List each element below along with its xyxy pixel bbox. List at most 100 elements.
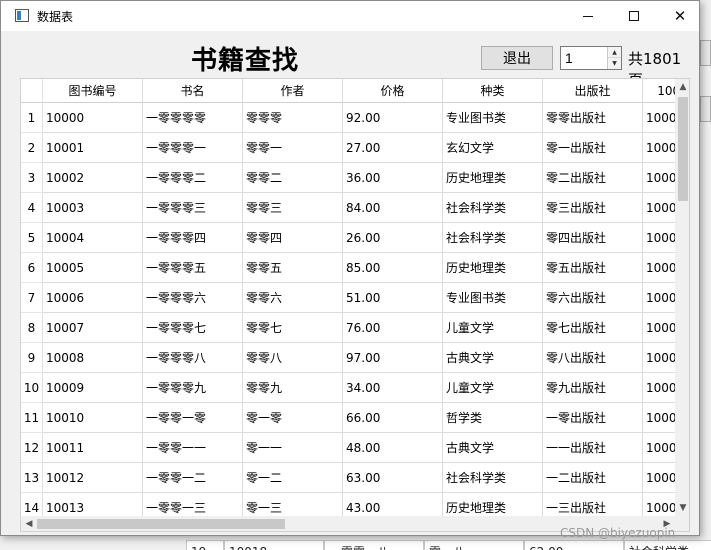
column-header[interactable]: 出版社 [543,79,643,103]
table-cell[interactable]: 零零三 [243,193,343,223]
table-cell[interactable]: 古典文学 [443,343,543,373]
table-cell[interactable]: 零零九 [243,373,343,403]
table-cell[interactable]: 51.00 [343,283,443,313]
table-cell[interactable]: 零九出版社 [543,373,643,403]
table-cell[interactable]: 专业图书类 [443,103,543,133]
table-cell[interactable]: 儿童文学 [443,313,543,343]
table-cell[interactable]: 10007 [43,313,143,343]
table-cell[interactable]: 27.00 [343,133,443,163]
table-cell[interactable]: 零七出版社 [543,313,643,343]
table-cell[interactable]: 专业图书类 [443,283,543,313]
table-cell[interactable]: 社会科学类 [443,223,543,253]
table-cell[interactable]: 10001 [43,133,143,163]
column-header[interactable]: 图书编号 [43,79,143,103]
horizontal-scroll-thumb[interactable] [37,519,285,529]
scroll-down-icon[interactable]: ▼ [675,500,689,516]
table-cell[interactable]: 零零出版社 [543,103,643,133]
table-cell[interactable]: 84.00 [343,193,443,223]
table-cell[interactable]: 一零零一一 [143,433,243,463]
column-header[interactable]: 种类 [443,79,543,103]
table-cell[interactable]: 一零零零五 [143,253,243,283]
row-header[interactable]: 12 [21,433,43,463]
table-cell[interactable]: 92.00 [343,103,443,133]
table-cell[interactable]: 一零零零四 [143,223,243,253]
row-header[interactable]: 10 [21,373,43,403]
table-cell[interactable]: 一一出版社 [543,433,643,463]
table-cell[interactable]: 一零零一二 [143,463,243,493]
table-cell[interactable]: 零四出版社 [543,223,643,253]
row-header[interactable]: 6 [21,253,43,283]
table-cell[interactable]: 48.00 [343,433,443,463]
row-header[interactable]: 7 [21,283,43,313]
table-cell[interactable]: 零零八 [243,343,343,373]
table-cell[interactable]: 34.00 [343,373,443,403]
table-cell[interactable]: 66.00 [343,403,443,433]
title-bar[interactable]: 数据表 ✕ [1,1,699,31]
page-spinbox[interactable]: 1 ▲ ▼ [560,46,622,70]
table-cell[interactable]: 85.00 [343,253,443,283]
table-cell[interactable]: 10008 [43,343,143,373]
table-cell[interactable]: 一零出版社 [543,403,643,433]
table-cell[interactable]: 零一零 [243,403,343,433]
table-cell[interactable]: 10011 [43,433,143,463]
table-cell[interactable]: 一零零零二 [143,163,243,193]
table-cell[interactable]: 零六出版社 [543,283,643,313]
row-header[interactable]: 8 [21,313,43,343]
table-cell[interactable]: 63.00 [343,463,443,493]
row-header[interactable]: 11 [21,403,43,433]
table-cell[interactable]: 36.00 [343,163,443,193]
table-cell[interactable]: 历史地理类 [443,253,543,283]
table-cell[interactable]: 一零零零一 [143,133,243,163]
table-cell[interactable]: 零八出版社 [543,343,643,373]
column-header[interactable]: 作者 [243,79,343,103]
table-cell[interactable]: 零三出版社 [543,193,643,223]
page-spinbox-value[interactable]: 1 [565,50,573,66]
table-cell[interactable]: 玄幻文学 [443,133,543,163]
table-cell[interactable]: 社会科学类 [443,193,543,223]
table-cell[interactable]: 一零零零三 [143,193,243,223]
table-cell[interactable]: 零一二 [243,463,343,493]
table-cell[interactable]: 零零一 [243,133,343,163]
book-table[interactable]: 图书编号 书名 作者 价格 种类 出版社 1000 1 10000 一零零零零 零零零 92.00 专业… [20,78,690,532]
table-cell[interactable]: 10003 [43,193,143,223]
table-cell[interactable]: 10010 [43,403,143,433]
table-cell[interactable]: 古典文学 [443,433,543,463]
table-cell[interactable]: 10002 [43,163,143,193]
table-cell[interactable]: 一零零零九 [143,373,243,403]
row-header[interactable]: 13 [21,463,43,493]
table-corner[interactable] [21,79,43,103]
exit-button[interactable]: 退出 [481,46,553,70]
spin-up-arrow-icon[interactable]: ▲ [607,47,621,58]
column-header[interactable]: 书名 [143,79,243,103]
table-cell[interactable]: 10012 [43,463,143,493]
table-cell[interactable]: 26.00 [343,223,443,253]
table-cell[interactable]: 10000 [43,103,143,133]
row-header[interactable]: 2 [21,133,43,163]
table-cell[interactable]: 10009 [43,373,143,403]
table-cell[interactable]: 零零二 [243,163,343,193]
row-header[interactable]: 4 [21,193,43,223]
row-header[interactable]: 9 [21,343,43,373]
row-header[interactable]: 3 [21,163,43,193]
spin-down-arrow-icon[interactable]: ▼ [607,58,621,69]
table-cell[interactable]: 76.00 [343,313,443,343]
table-cell[interactable]: 一零零零六 [143,283,243,313]
column-header[interactable]: 价格 [343,79,443,103]
row-header[interactable]: 5 [21,223,43,253]
table-cell[interactable]: 哲学类 [443,403,543,433]
table-cell[interactable]: 零零四 [243,223,343,253]
table-cell[interactable]: 零二出版社 [543,163,643,193]
table-cell[interactable]: 历史地理类 [443,163,543,193]
table-cell[interactable]: 零零六 [243,283,343,313]
table-cell[interactable]: 零零五 [243,253,343,283]
table-cell[interactable]: 97.00 [343,343,443,373]
scroll-up-icon[interactable]: ▲ [675,79,689,95]
minimize-button[interactable] [565,1,611,31]
table-cell[interactable]: 10005 [43,253,143,283]
vertical-scrollbar[interactable]: ▲ ▼ [675,79,689,516]
table-cell[interactable]: 10006 [43,283,143,313]
table-cell[interactable]: 一零零一零 [143,403,243,433]
table-cell[interactable]: 一零零零零 [143,103,243,133]
vertical-scroll-thumb[interactable] [678,97,688,201]
table-cell[interactable]: 社会科学类 [443,463,543,493]
